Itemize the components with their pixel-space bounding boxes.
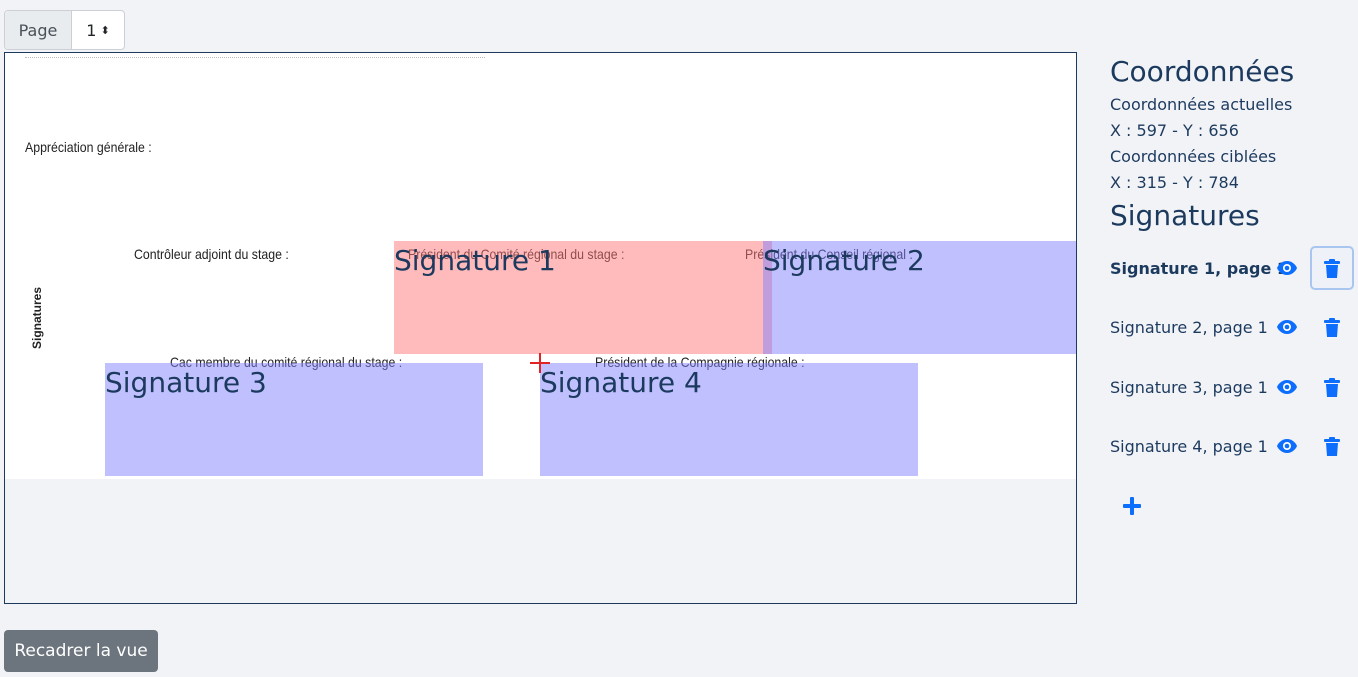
trash-icon (1324, 317, 1340, 337)
current-coordinates-label: Coordonnées actuelles (1110, 95, 1293, 114)
delete-signature-button[interactable] (1310, 424, 1354, 468)
page-selector: Page 1 ⬍ (4, 10, 125, 50)
appreciation-label: Appréciation générale : (25, 139, 152, 155)
signature-box-label: Signature 4 (540, 366, 702, 399)
controleur-label: Contrôleur adjoint du stage : (134, 246, 289, 262)
signature-item-label: Signature 4, page 1 (1110, 436, 1268, 456)
signature-box-label: Signature 2 (763, 244, 925, 277)
trash-icon (1324, 436, 1340, 456)
signature-item-label: Signature 3, page 1 (1110, 377, 1268, 397)
eye-icon[interactable] (1274, 314, 1300, 340)
recadrer-button[interactable]: Recadrer la vue (4, 630, 158, 672)
eye-icon[interactable] (1274, 374, 1300, 400)
trash-icon (1324, 377, 1340, 397)
signature-box-3[interactable]: Signature 3 (105, 363, 483, 476)
delete-signature-button[interactable] (1310, 305, 1354, 349)
select-caret-icon: ⬍ (100, 23, 110, 37)
eye-icon[interactable] (1274, 255, 1300, 281)
signature-list-item[interactable]: Signature 1, page 1 (1110, 246, 1358, 290)
target-crosshair-icon (530, 353, 550, 373)
signature-box-label: Signature 1 (394, 244, 556, 277)
signature-list-item[interactable]: Signature 3, page 1 (1110, 365, 1358, 409)
target-coordinates-value: X : 315 - Y : 784 (1110, 173, 1239, 192)
plus-icon (1123, 497, 1141, 515)
signatures-vertical-label: Signatures (30, 286, 44, 349)
eye-icon[interactable] (1274, 433, 1300, 459)
signature-item-label: Signature 2, page 1 (1110, 317, 1268, 337)
signature-list-item[interactable]: Signature 2, page 1 (1110, 305, 1358, 349)
document-viewer[interactable]: Appréciation générale : Contrôleur adjoi… (4, 52, 1077, 604)
delete-signature-button[interactable] (1310, 365, 1354, 409)
signature-box-1[interactable]: Signature 1 (394, 241, 772, 354)
signature-list-item[interactable]: Signature 4, page 1 (1110, 424, 1358, 468)
signature-item-label: Signature 1, page 1 (1110, 258, 1289, 278)
coordinates-title: Coordonnées (1110, 55, 1295, 88)
side-panel: Coordonnées Coordonnées actuelles X : 59… (1110, 52, 1358, 236)
page-select-value: 1 (86, 20, 97, 40)
cut-off-text-line (25, 53, 485, 58)
delete-signature-button[interactable] (1310, 246, 1354, 290)
page-select-dropdown[interactable]: 1 ⬍ (72, 11, 124, 49)
signature-box-2[interactable]: Signature 2 (763, 241, 1076, 354)
current-coordinates-value: X : 597 - Y : 656 (1110, 121, 1239, 140)
target-coordinates-label: Coordonnées ciblées (1110, 147, 1277, 166)
signatures-title: Signatures (1110, 199, 1260, 232)
signature-box-label: Signature 3 (105, 366, 267, 399)
trash-icon (1324, 258, 1340, 278)
signature-box-4[interactable]: Signature 4 (540, 363, 918, 476)
add-signature-button[interactable] (1116, 490, 1148, 522)
page-selector-label: Page (5, 11, 72, 49)
